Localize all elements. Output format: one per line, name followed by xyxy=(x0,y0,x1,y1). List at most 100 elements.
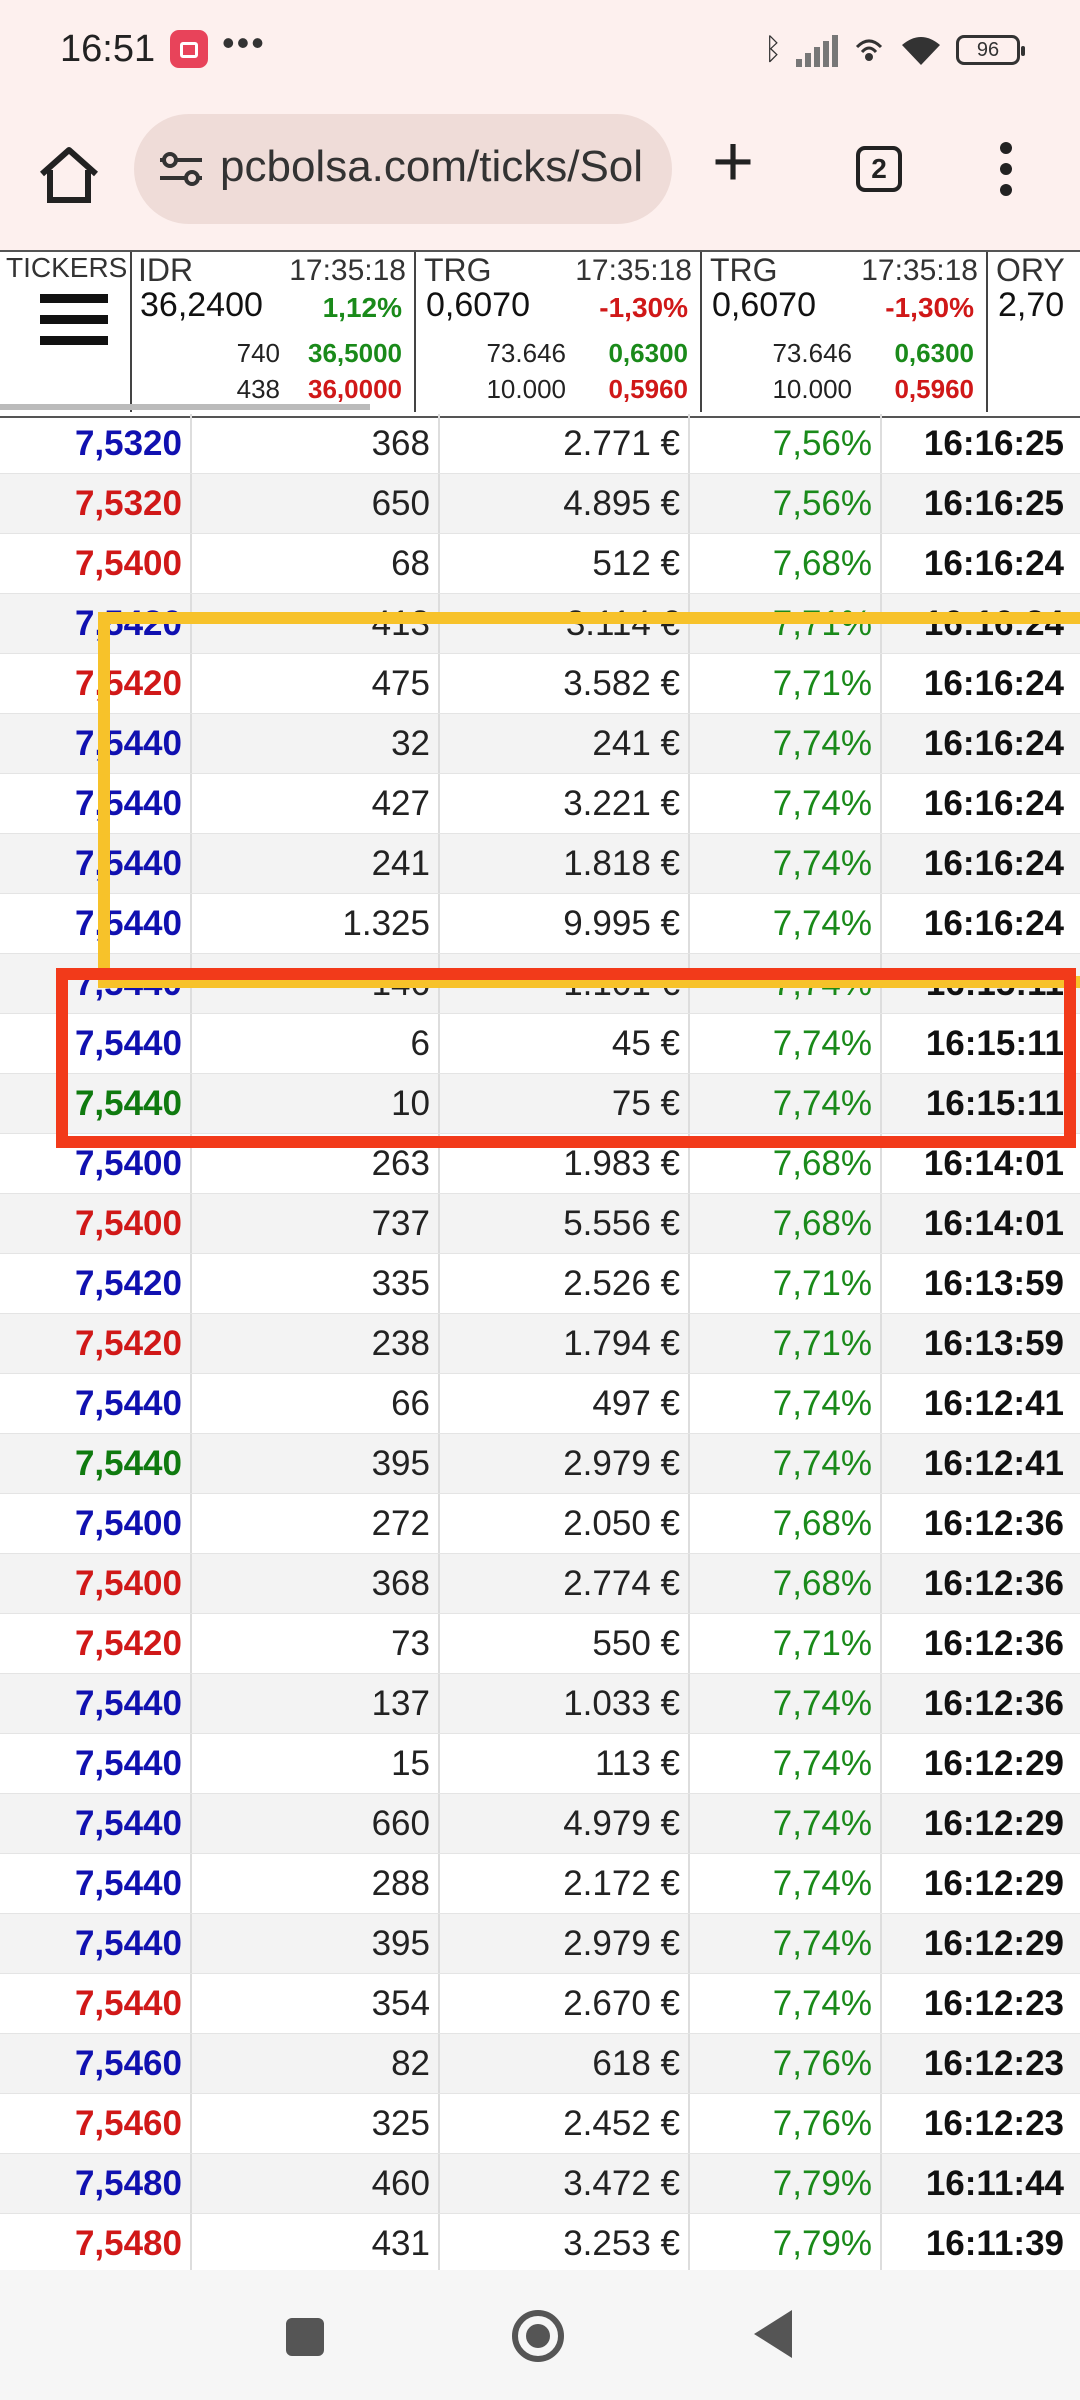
red-highlight-box xyxy=(56,968,1076,1148)
recents-button[interactable] xyxy=(286,2318,324,2356)
table-row: 7,5320 368 2.771 €7,56% 16:16:25 xyxy=(0,414,1080,474)
tick-amount: 4.979 € xyxy=(440,1794,690,1853)
ticker-high: 0,6300 xyxy=(608,338,688,368)
tick-price: 7,5440 xyxy=(0,1854,192,1913)
tick-volume: 335 xyxy=(192,1254,440,1313)
tick-volume: 368 xyxy=(192,414,440,473)
ticker-price: 0,6070 xyxy=(426,286,530,324)
table-row: 7,5440 395 2.979 €7,74% 16:12:41 xyxy=(0,1434,1080,1494)
more-options-icon[interactable] xyxy=(1000,142,1014,205)
tick-amount: 4.895 € xyxy=(440,474,690,533)
tick-time: 16:12:23 xyxy=(923,1984,1064,2023)
tick-price: 7,5400 xyxy=(0,1194,192,1253)
tick-time: 16:14:01 xyxy=(923,1204,1064,1243)
ticker-bid-volume: 740 xyxy=(236,338,280,368)
ticker-time: 17:35:18 xyxy=(861,254,978,287)
tickers-label: TICKERS xyxy=(6,252,128,283)
table-row: 7,5420 238 1.794 €7,71% 16:13:59 xyxy=(0,1314,1080,1374)
horizontal-scrollbar[interactable] xyxy=(0,404,370,410)
site-settings-icon[interactable] xyxy=(156,146,206,192)
back-button[interactable] xyxy=(754,2310,792,2358)
tick-price: 7,5400 xyxy=(0,1494,192,1553)
home-icon[interactable] xyxy=(34,140,104,210)
tick-time: 16:12:29 xyxy=(923,1804,1064,1843)
ticker-cell[interactable]: TRG 17:35:18 0,6070 -1,30% 73.646 0,6300 10.00… xyxy=(416,252,702,412)
tick-time: 16:12:41 xyxy=(923,1444,1064,1483)
new-tab-icon[interactable]: + xyxy=(712,126,754,198)
tick-amount: 5.556 € xyxy=(440,1194,690,1253)
table-row: 7,5440 660 4.979 €7,74% 16:12:29 xyxy=(0,1794,1080,1854)
table-row: 7,5320 650 4.895 €7,56% 16:16:25 xyxy=(0,474,1080,534)
tick-volume: 238 xyxy=(192,1314,440,1373)
status-bar: 16:51 ••• ᛒ 96 xyxy=(0,0,1080,104)
tab-switcher-button[interactable]: 2 xyxy=(856,146,902,192)
tick-price: 7,5420 xyxy=(0,1254,192,1313)
tick-amount: 2.526 € xyxy=(440,1254,690,1313)
tick-amount: 113 € xyxy=(440,1734,690,1793)
table-row: 7,5480 460 3.472 €7,79% 16:11:44 xyxy=(0,2154,1080,2214)
tick-time: 16:12:36 xyxy=(923,1564,1064,1603)
ticker-change: 1,12% xyxy=(322,292,402,323)
tick-price: 7,5460 xyxy=(0,2034,192,2093)
tick-volume: 395 xyxy=(192,1914,440,1973)
table-row: 7,5440 354 2.670 €7,74% 16:12:23 xyxy=(0,1974,1080,2034)
tick-volume: 650 xyxy=(192,474,440,533)
tick-amount: 2.452 € xyxy=(440,2094,690,2153)
tick-change-percent: 7,76% xyxy=(690,2034,882,2093)
wifi-icon xyxy=(902,37,940,65)
tick-amount: 3.253 € xyxy=(440,2214,690,2273)
table-row: 7,5440 288 2.172 €7,74% 16:12:29 xyxy=(0,1854,1080,1914)
tick-amount: 2.172 € xyxy=(440,1854,690,1913)
ticker-bid-volume: 12. xyxy=(1028,338,1080,369)
ticker-bid-volume: 73.646 xyxy=(486,338,566,368)
ticker-change: -1,30% xyxy=(885,292,974,323)
ticker-change: -1,30% xyxy=(599,292,688,323)
ticker-cell[interactable]: TRG 17:35:18 0,6070 -1,30% 73.646 0,6300 10.00… xyxy=(702,252,988,412)
ticker-cell[interactable]: IDR 17:35:18 36,2400 1,12% 740 36,5000 438 36,0… xyxy=(130,252,416,412)
tick-price: 7,5480 xyxy=(0,2154,192,2213)
tick-time: 16:16:24 xyxy=(923,544,1064,583)
tick-volume: 368 xyxy=(192,1554,440,1613)
hamburger-icon[interactable] xyxy=(40,294,108,357)
signal-icon xyxy=(796,33,838,67)
ticker-symbol: IDR xyxy=(138,252,194,288)
tick-change-percent: 7,68% xyxy=(690,1494,882,1553)
address-bar[interactable]: pcbolsa.com/ticks/Sol xyxy=(134,114,672,224)
table-row: 7,5460 82 618 €7,76% 16:12:23 xyxy=(0,2034,1080,2094)
ticker-price: 36,2400 xyxy=(140,286,263,324)
tick-price: 7,5440 xyxy=(0,1794,192,1853)
tick-volume: 460 xyxy=(192,2154,440,2213)
tick-change-percent: 7,76% xyxy=(690,2094,882,2153)
tick-change-percent: 7,74% xyxy=(690,1794,882,1853)
ticker-low: 36,0000 xyxy=(308,374,402,404)
tick-time: 16:11:39 xyxy=(925,2224,1064,2263)
tick-amount: 2.050 € xyxy=(440,1494,690,1553)
clock: 16:51 xyxy=(60,28,156,70)
table-row: 7,5400 68 512 €7,68% 16:16:24 xyxy=(0,534,1080,594)
table-row: 7,5480 431 3.253 €7,79% 16:11:39 xyxy=(0,2214,1080,2274)
tickers-menu-button[interactable]: TICKERS xyxy=(0,252,132,412)
ticker-ask-volume: 9. xyxy=(1028,374,1080,405)
tick-price: 7,5440 xyxy=(0,1674,192,1733)
tick-time: 16:12:36 xyxy=(923,1504,1064,1543)
system-nav-bar xyxy=(0,2270,1080,2400)
tick-time: 16:12:29 xyxy=(923,1864,1064,1903)
home-button[interactable] xyxy=(512,2310,564,2362)
tick-price: 7,5420 xyxy=(0,1314,192,1373)
ticker-time: 17:35:18 xyxy=(289,254,406,287)
tick-amount: 2.771 € xyxy=(440,414,690,473)
tick-change-percent: 7,74% xyxy=(690,1854,882,1913)
table-row: 7,5440 395 2.979 €7,74% 16:12:29 xyxy=(0,1914,1080,1974)
tick-change-percent: 7,74% xyxy=(690,1974,882,2033)
ticker-cell[interactable]: ORY2,70 12. 9. xyxy=(988,252,1080,412)
tick-price: 7,5440 xyxy=(0,1734,192,1793)
tick-volume: 66 xyxy=(192,1374,440,1433)
tick-volume: 395 xyxy=(192,1434,440,1493)
tick-volume: 15 xyxy=(192,1734,440,1793)
table-row: 7,5400 272 2.050 €7,68% 16:12:36 xyxy=(0,1494,1080,1554)
tick-volume: 73 xyxy=(192,1614,440,1673)
tick-price: 7,5440 xyxy=(0,1914,192,1973)
tick-time: 16:12:36 xyxy=(923,1684,1064,1723)
tick-price: 7,5320 xyxy=(0,414,192,473)
url-text[interactable]: pcbolsa.com/ticks/Sol xyxy=(220,142,643,192)
